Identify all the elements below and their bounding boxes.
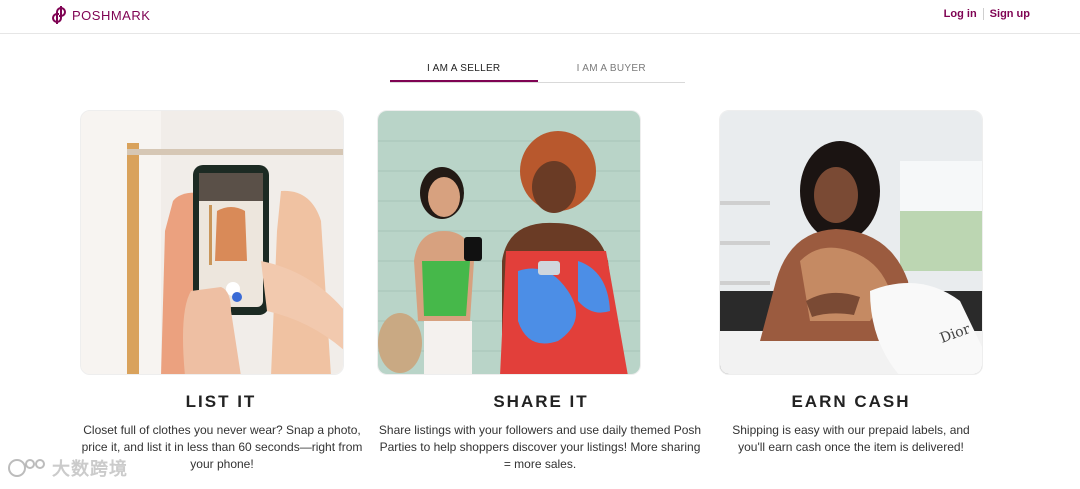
poshmark-logo-icon: [52, 6, 66, 24]
divider: [982, 8, 984, 20]
poshmark-logo[interactable]: POSHMARK: [52, 5, 150, 25]
card-title-earn-cash: EARN CASH: [791, 392, 911, 411]
top-navigation-bar: POSHMARK Log in Sign up: [0, 0, 1080, 34]
earn-cash-image: Dior: [719, 110, 983, 375]
tab-seller[interactable]: I AM A SELLER: [390, 56, 538, 82]
login-link[interactable]: Log in: [944, 8, 977, 20]
share-it-image: [377, 110, 641, 375]
card-description-share-it: Share listings with your followers and u…: [378, 423, 702, 471]
card-title-share-it: SHARE IT: [493, 392, 589, 411]
seller-buyer-tabs: I AM A SELLER I AM A BUYER: [390, 56, 685, 83]
tab-buyer[interactable]: I AM A BUYER: [538, 56, 686, 82]
watermark: 大数跨境: [8, 455, 128, 481]
watermark-text: 大数跨境: [52, 459, 128, 479]
card-title-list-it: LIST IT: [185, 392, 257, 411]
signup-link[interactable]: Sign up: [990, 8, 1030, 20]
logo-text: POSHMARK: [72, 7, 151, 23]
watermark-logo-icon: [8, 459, 45, 477]
auth-links: Log in Sign up: [944, 8, 1030, 20]
card-description-earn-cash: Shipping is easy with our prepaid labels…: [732, 423, 970, 454]
list-it-image: [80, 110, 344, 375]
